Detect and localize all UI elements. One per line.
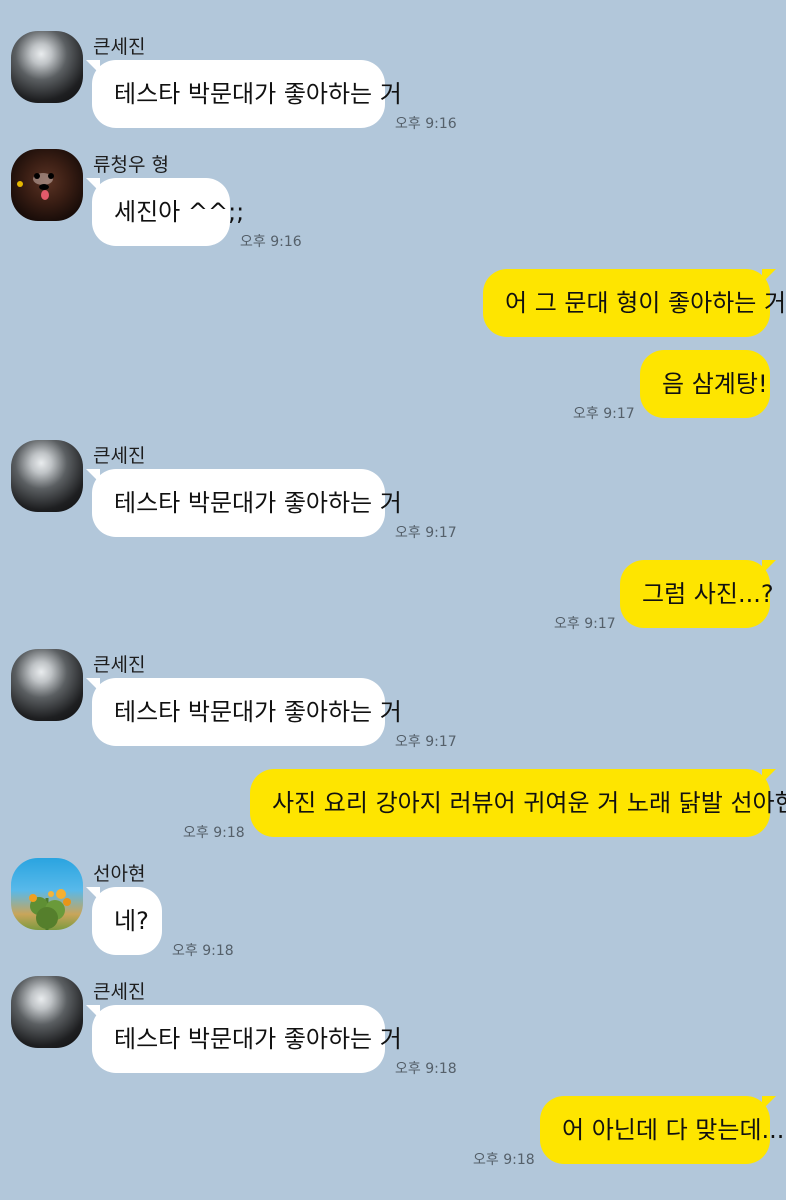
bubble-tail <box>762 769 776 783</box>
message-bubble[interactable]: 어 그 문대 형이 좋아하는 거 <box>483 269 786 337</box>
sender-name: 선아현 <box>93 863 146 885</box>
message-time: 오후 9:16 <box>240 234 302 250</box>
sender-name: 큰세진 <box>93 981 146 1003</box>
chat-room: 큰세진 테스타 박문대가 좋아하는 거 오후 9:16 류청우 형 세진아 ^^… <box>0 0 786 1200</box>
avatar[interactable] <box>11 149 83 221</box>
message-time: 오후 9:18 <box>183 825 245 841</box>
sender-name: 큰세진 <box>93 445 146 467</box>
message-time: 오후 9:17 <box>395 525 457 541</box>
message-time: 오후 9:18 <box>395 1061 457 1077</box>
avatar[interactable] <box>11 976 83 1048</box>
bubble-tail <box>762 1096 776 1110</box>
message-bubble[interactable]: 테스타 박문대가 좋아하는 거 <box>92 678 402 746</box>
avatar[interactable] <box>11 31 83 103</box>
bubble-tail <box>762 269 776 283</box>
message-time: 오후 9:18 <box>473 1152 535 1168</box>
avatar[interactable] <box>11 858 83 930</box>
avatar[interactable] <box>11 649 83 721</box>
flower-photo-icon <box>29 889 71 930</box>
dog-face-icon <box>17 173 54 200</box>
message-bubble[interactable]: 테스타 박문대가 좋아하는 거 <box>92 60 402 128</box>
message-bubble[interactable]: 테스타 박문대가 좋아하는 거 <box>92 1005 402 1073</box>
bubble-tail <box>762 560 776 574</box>
sender-name: 류청우 형 <box>93 154 169 176</box>
message-bubble[interactable]: 사진 요리 강아지 러뷰어 귀여운 거 노래 닭발 선아현님 <box>250 769 786 837</box>
avatar[interactable] <box>11 440 83 512</box>
message-bubble[interactable]: 어 아닌데 다 맞는데... <box>540 1096 784 1164</box>
message-time: 오후 9:17 <box>554 616 616 632</box>
message-bubble[interactable]: 세진아 ^^;; <box>92 178 244 246</box>
sender-name: 큰세진 <box>93 36 146 58</box>
message-time: 오후 9:18 <box>172 943 234 959</box>
message-bubble[interactable]: 네? <box>92 887 162 955</box>
message-bubble[interactable]: 음 삼계탕! <box>640 350 770 418</box>
message-time: 오후 9:17 <box>573 406 635 422</box>
sender-name: 큰세진 <box>93 654 146 676</box>
message-time: 오후 9:17 <box>395 734 457 750</box>
message-bubble[interactable]: 그럼 사진...? <box>620 560 774 628</box>
message-time: 오후 9:16 <box>395 116 457 132</box>
message-bubble[interactable]: 테스타 박문대가 좋아하는 거 <box>92 469 402 537</box>
